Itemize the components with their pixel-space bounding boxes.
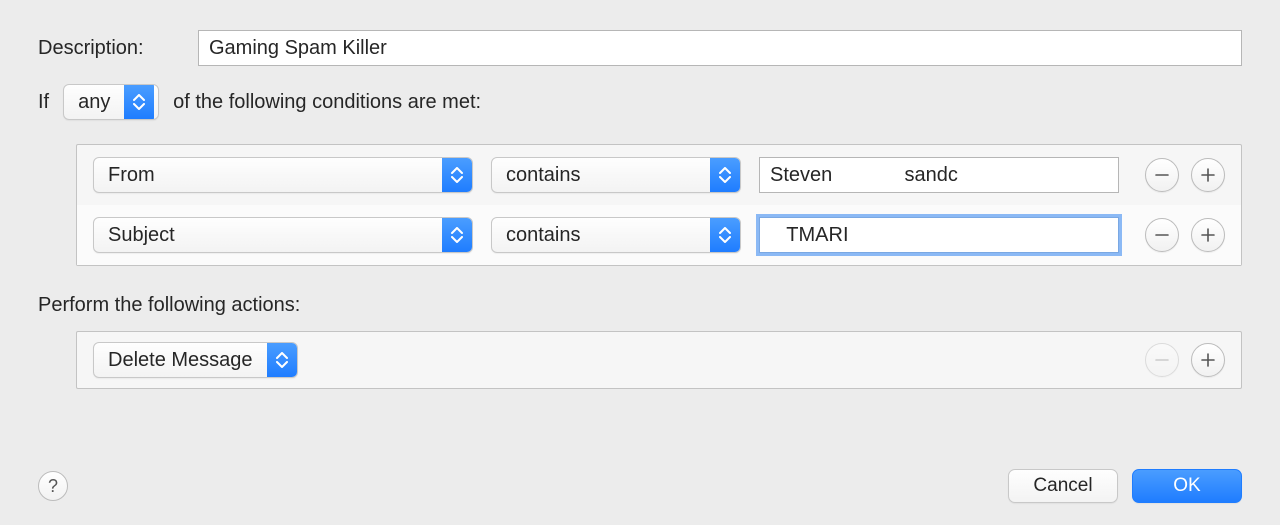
action-select[interactable]: Delete Message	[93, 342, 298, 378]
description-label: Description:	[38, 37, 188, 60]
condition-field-select[interactable]: Subject	[93, 217, 473, 253]
chevron-up-down-icon	[267, 343, 297, 377]
plus-icon	[1200, 352, 1216, 368]
add-action-button[interactable]	[1191, 343, 1225, 377]
dialog-footer: ? Cancel OK	[38, 469, 1242, 503]
plus-icon	[1200, 227, 1216, 243]
chevron-up-down-icon	[442, 158, 472, 192]
ok-button[interactable]: OK	[1132, 469, 1242, 503]
action-value: Delete Message	[94, 343, 267, 377]
conditions-header-row: If any of the following conditions are m…	[38, 84, 1242, 120]
conditions-container: From contains	[76, 144, 1242, 266]
remove-condition-button[interactable]	[1145, 218, 1179, 252]
chevron-up-down-icon	[442, 218, 472, 252]
rule-editor-dialog: Description: If any of the following con…	[0, 0, 1280, 525]
plus-icon	[1200, 167, 1216, 183]
if-prefix-label: If	[38, 91, 49, 114]
match-scope-value: any	[64, 85, 124, 119]
action-buttons	[1145, 343, 1225, 377]
condition-operator-select[interactable]: contains	[491, 157, 741, 193]
minus-icon	[1154, 167, 1170, 183]
condition-row: From contains	[77, 145, 1241, 205]
condition-row: Subject contains	[77, 205, 1241, 265]
action-row: Delete Message	[77, 332, 1241, 388]
condition-operator-value: contains	[492, 158, 710, 192]
match-scope-select[interactable]: any	[63, 84, 159, 120]
minus-icon	[1154, 227, 1170, 243]
description-row: Description:	[38, 30, 1242, 66]
if-suffix-label: of the following conditions are met:	[173, 91, 481, 114]
help-button[interactable]: ?	[38, 471, 68, 501]
condition-field-value: Subject	[94, 218, 442, 252]
actions-header-label: Perform the following actions:	[38, 294, 1242, 317]
remove-condition-button[interactable]	[1145, 158, 1179, 192]
condition-field-value: From	[94, 158, 442, 192]
condition-field-select[interactable]: From	[93, 157, 473, 193]
description-input[interactable]	[198, 30, 1242, 66]
cancel-button-label: Cancel	[1033, 475, 1092, 497]
ok-button-label: OK	[1173, 475, 1200, 497]
chevron-up-down-icon	[124, 85, 154, 119]
help-icon: ?	[48, 476, 58, 497]
cancel-button[interactable]: Cancel	[1008, 469, 1118, 503]
add-condition-button[interactable]	[1191, 158, 1225, 192]
minus-icon	[1154, 352, 1170, 368]
condition-operator-select[interactable]: contains	[491, 217, 741, 253]
condition-value-input[interactable]	[759, 157, 1119, 193]
condition-operator-value: contains	[492, 218, 710, 252]
condition-buttons	[1145, 158, 1225, 192]
condition-buttons	[1145, 218, 1225, 252]
condition-value-input[interactable]	[759, 217, 1119, 253]
add-condition-button[interactable]	[1191, 218, 1225, 252]
chevron-up-down-icon	[710, 218, 740, 252]
chevron-up-down-icon	[710, 158, 740, 192]
remove-action-button	[1145, 343, 1179, 377]
actions-container: Delete Message	[76, 331, 1242, 389]
